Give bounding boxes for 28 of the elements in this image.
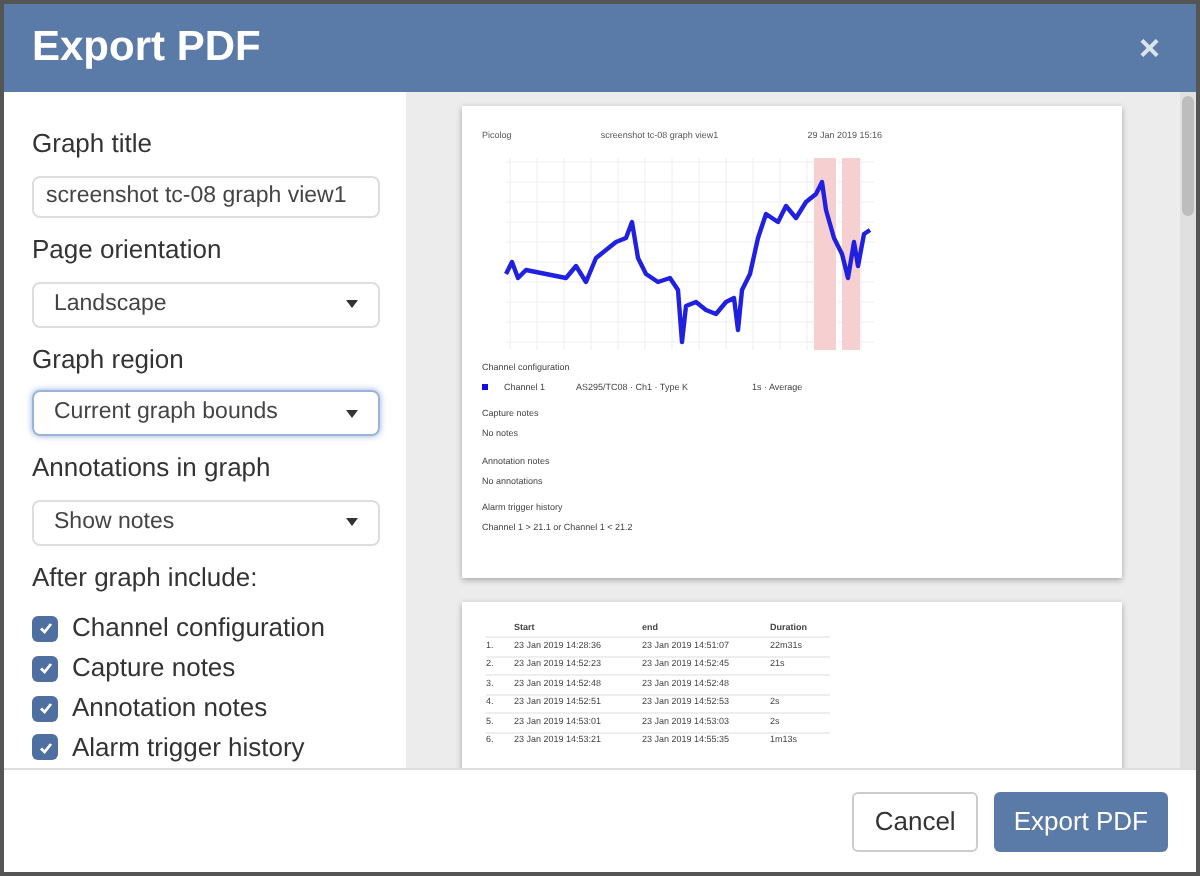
field-label: After graph include: — [32, 559, 260, 596]
field-label: Annotations in graph — [32, 450, 273, 487]
checkbox-label: Annotation notes — [72, 690, 268, 727]
field-label: Graph title — [32, 126, 154, 162]
checkbox[interactable] — [32, 734, 58, 761]
checkmark-icon — [37, 620, 53, 637]
scrollbar[interactable] — [1180, 92, 1196, 768]
caret-icon — [346, 409, 358, 418]
dropdown[interactable]: Current graph bounds — [32, 390, 380, 437]
export-button[interactable]: Export PDF — [993, 791, 1168, 851]
field-label: Page orientation — [32, 232, 224, 269]
checkbox-label: Capture notes — [72, 650, 236, 687]
dropdown[interactable]: Show notes — [32, 499, 380, 546]
cancel-button[interactable]: Cancel — [852, 791, 978, 851]
checkmark-icon — [37, 739, 53, 756]
checkmark-icon — [37, 660, 53, 677]
field-label: Graph region — [32, 341, 186, 378]
caret-icon — [346, 518, 358, 527]
checkmark-icon — [37, 700, 53, 717]
caret-icon — [346, 300, 358, 309]
title-input[interactable]: screenshot tc-08 graph view1 — [32, 175, 380, 219]
checkbox-label: Alarm trigger history — [72, 730, 305, 767]
checkbox[interactable] — [32, 615, 58, 642]
checkbox-label: Channel configuration — [72, 610, 325, 647]
dialog-title: Export PDF — [32, 22, 261, 75]
checkbox[interactable] — [32, 695, 58, 722]
checkbox[interactable] — [32, 655, 58, 682]
dropdown[interactable]: Landscape — [32, 281, 380, 328]
